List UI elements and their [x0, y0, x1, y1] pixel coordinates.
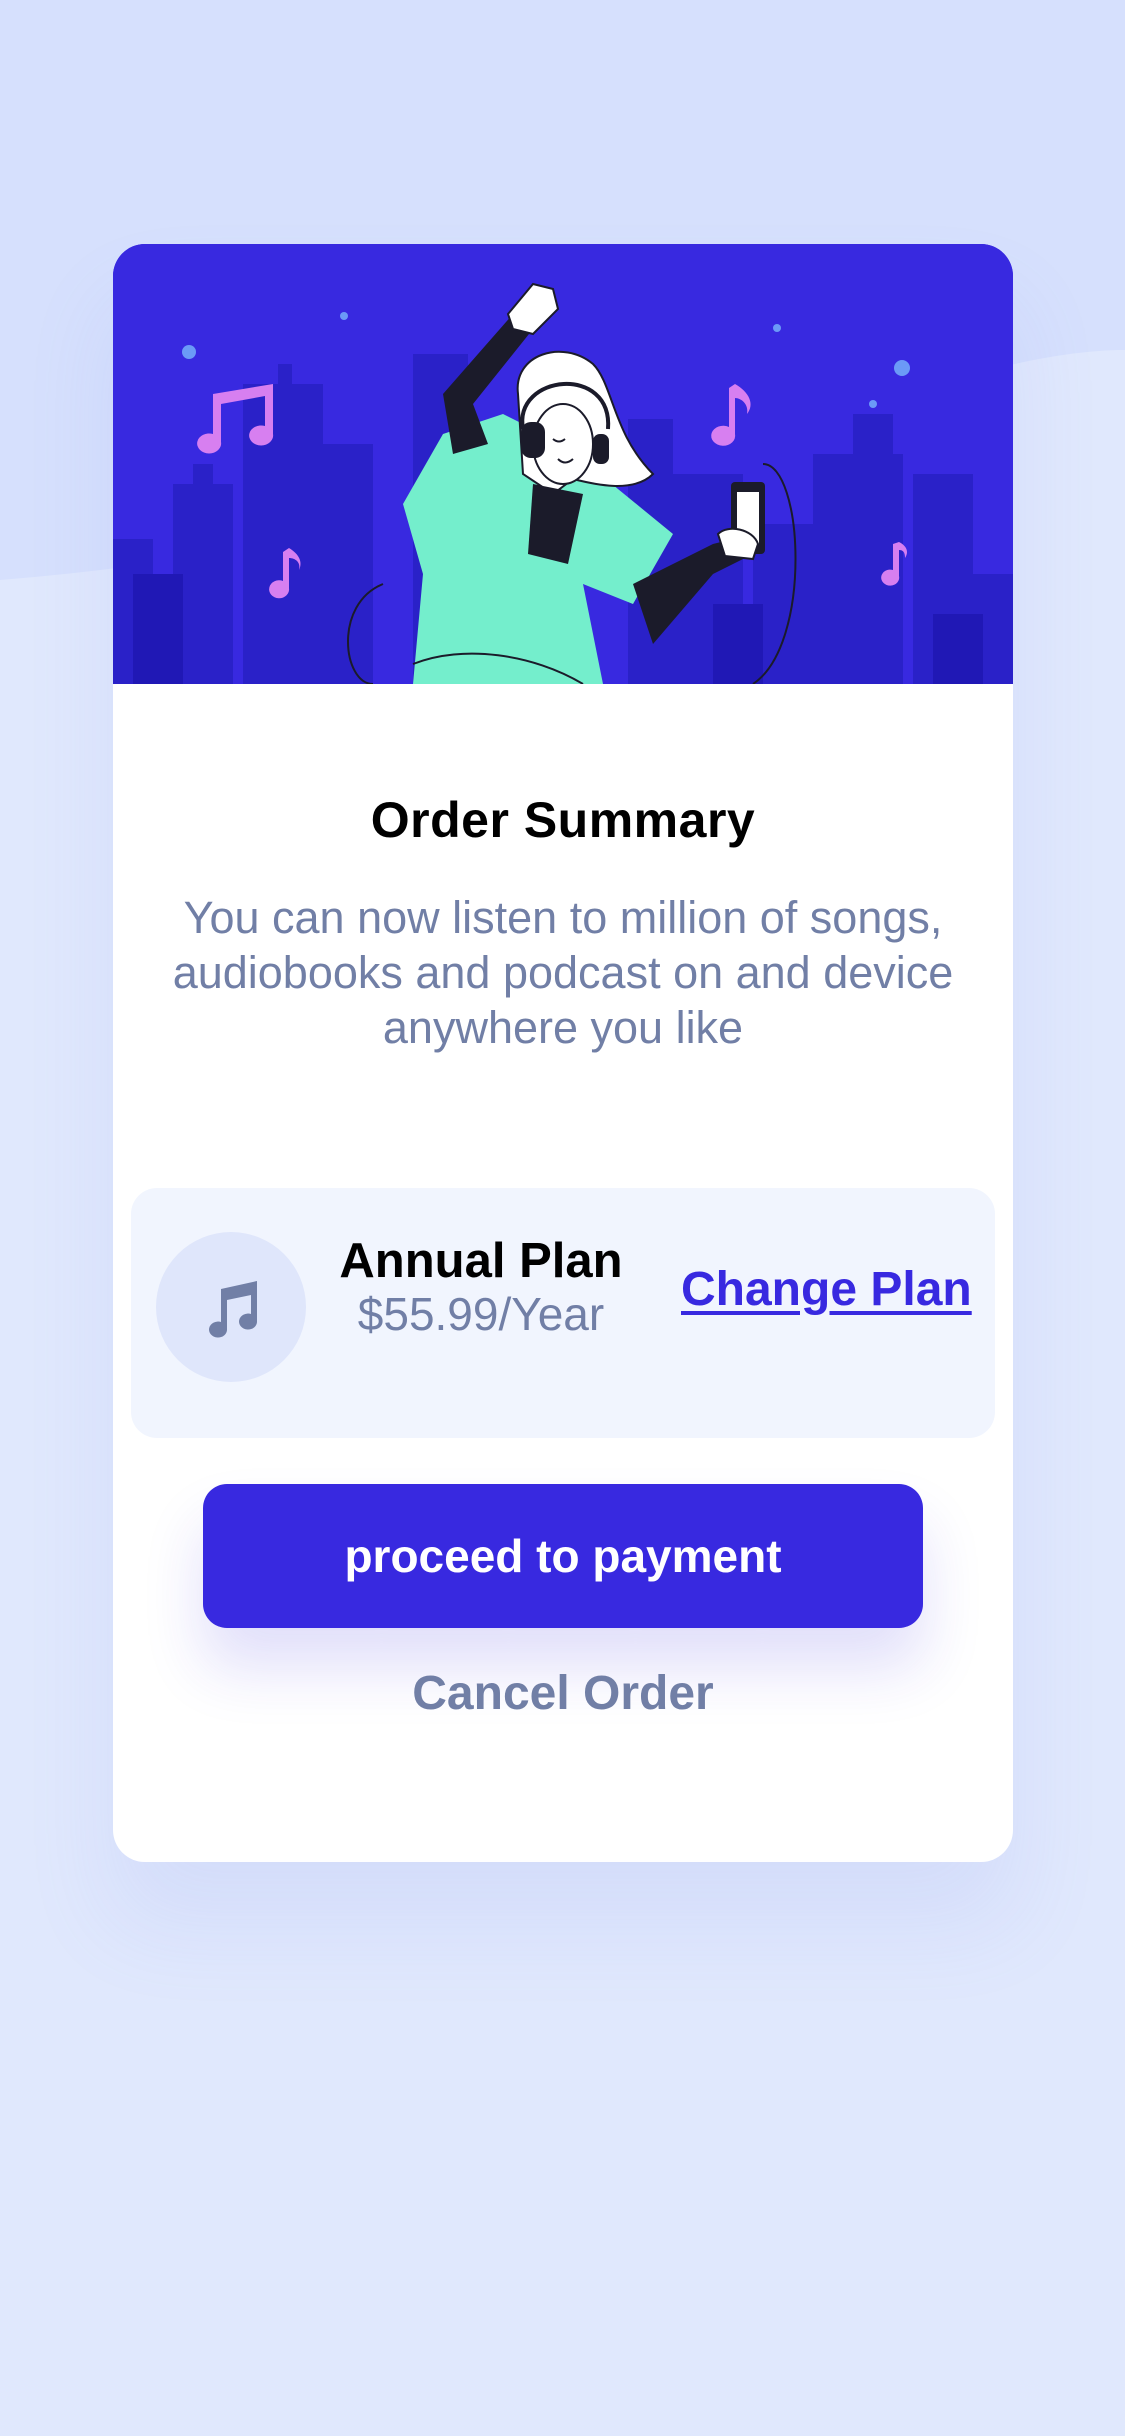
music-note-icon: [209, 1281, 258, 1338]
plan-name: Annual Plan: [339, 1234, 623, 1288]
woman-listening-music-illustration: [113, 244, 1013, 684]
plan-price: $55.99/Year: [357, 1288, 605, 1340]
plan-icon-circle: [156, 1232, 306, 1382]
order-summary-description: You can now listen to million of songs, …: [172, 892, 954, 1053]
change-plan-link[interactable]: Change Plan: [681, 1262, 972, 1317]
proceed-to-payment-button[interactable]: proceed to payment: [203, 1484, 923, 1628]
order-summary-title: Order Summary: [370, 792, 756, 848]
plan-panel: Annual Plan $55.99/Year Change Plan: [131, 1188, 995, 1438]
hero-illustration: [113, 244, 1013, 684]
cancel-order-button[interactable]: Cancel Order: [113, 1666, 1013, 1721]
order-summary-card: Order Summary You can now listen to mill…: [113, 244, 1013, 1862]
